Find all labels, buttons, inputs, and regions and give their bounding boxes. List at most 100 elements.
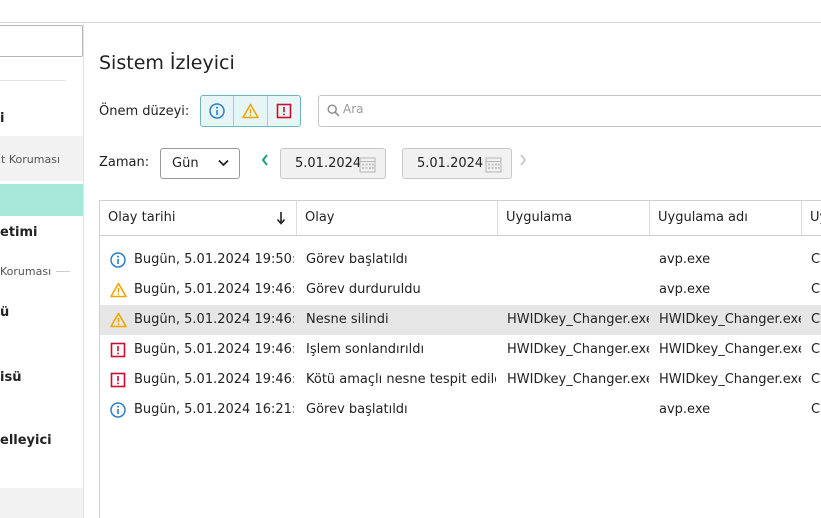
sidebar-divider [56, 271, 70, 272]
severity-icon [110, 282, 127, 302]
sidebar-item-7[interactable]: isü [0, 365, 83, 391]
sort-descending-icon [276, 212, 286, 225]
critical-icon [276, 103, 292, 119]
severity-warning-toggle[interactable] [234, 96, 268, 126]
sidebar-item-8[interactable]: elleyici [0, 428, 83, 454]
cell-date: Bugün, 5.01.2024 16:21:25 [134, 402, 294, 417]
severity-info-toggle[interactable] [201, 96, 235, 126]
sidebar-item-label: elleyici [0, 433, 52, 448]
severity-icon [110, 342, 126, 362]
severity-filter-group [200, 95, 301, 127]
sidebar-divider [0, 80, 66, 81]
cell-extra: C [811, 282, 821, 297]
table-row[interactable]: Bugün, 5.01.2024 19:46:13 İşlem sonlandır… [100, 335, 821, 365]
cell-extra: C [811, 252, 821, 267]
time-label: Zaman: [99, 155, 150, 170]
column-header-application[interactable]: Uygulama [498, 201, 650, 236]
severity-icon [110, 312, 127, 332]
cell-application: HWIDkey_Changer.exe [507, 372, 649, 387]
severity-icon [110, 252, 126, 272]
severity-critical-toggle[interactable] [268, 96, 300, 126]
cell-application-name: avp.exe [659, 252, 711, 267]
table-header: Olay tarihi Olay Uygulama Uygulama adı U… [100, 201, 821, 236]
sidebar-item-label: etimi [0, 225, 38, 240]
sidebar-item-2[interactable]: it Koruması [0, 136, 83, 181]
column-header-application-name[interactable]: Uygulama adı [650, 201, 802, 236]
chevron-left-icon [261, 154, 268, 166]
event-search [318, 95, 821, 127]
table-row[interactable]: Bugün, 5.01.2024 19:46:13 Kötü amaçlı nes… [100, 365, 821, 395]
period-select-value: Gün [172, 156, 199, 171]
column-header-event[interactable]: Olay [297, 201, 498, 236]
cell-extra: C [811, 372, 821, 387]
cell-date: Bugün, 5.01.2024 19:46:13 [134, 372, 294, 387]
cell-event: Görev durduruldu [306, 282, 421, 297]
column-header-label: Olay tarihi [108, 210, 176, 225]
cell-date: Bugün, 5.01.2024 19:50:24 [134, 252, 294, 267]
sidebar-item-active[interactable] [0, 184, 83, 216]
sidebar-item-6[interactable]: ü [0, 300, 83, 326]
cell-application: HWIDkey_Changer.exe [507, 342, 649, 357]
period-select[interactable]: Gün [160, 148, 240, 179]
next-period-button[interactable] [518, 153, 528, 171]
cell-event: Görev başlatıldı [306, 402, 408, 417]
sidebar-item-label: isü [0, 370, 22, 385]
sidebar-item-bottom[interactable] [0, 488, 83, 518]
cell-application-name: HWIDkey_Changer.exe [659, 342, 801, 357]
cell-date: Bugün, 5.01.2024 19:46:30 [134, 282, 294, 297]
warning-icon [110, 312, 127, 328]
sidebar: i it Koruması etimi Koruması ü isü elley… [0, 23, 84, 518]
cell-application: HWIDkey_Changer.exe [507, 312, 649, 327]
cell-date: Bugün, 5.01.2024 19:46:13 [134, 342, 294, 357]
chevron-down-icon [218, 159, 229, 167]
cell-event: Kötü amaçlı nesne tespit edildi [306, 372, 496, 387]
date-from-field[interactable]: 5.01.2024 [280, 148, 386, 179]
warning-icon [110, 282, 127, 298]
page-title: Sistem İzleyici [99, 52, 235, 74]
column-header-label: Uygulama adı [658, 210, 748, 225]
cell-event: Nesne silindi [306, 312, 389, 327]
table-row[interactable]: Bugün, 5.01.2024 19:46:20 Nesne silindi HW… [100, 305, 821, 335]
cell-event: Görev başlatıldı [306, 252, 408, 267]
cell-application-name: HWIDkey_Changer.exe [659, 372, 801, 387]
date-to-value: 5.01.2024 [417, 156, 484, 171]
critical-icon [110, 342, 126, 358]
table-row[interactable]: Bugün, 5.01.2024 19:46:30 Görev durduruld… [100, 275, 821, 305]
cell-extra: C [811, 342, 821, 357]
table-row[interactable]: Bugün, 5.01.2024 16:21:25 Görev başlatıld… [100, 395, 821, 425]
severity-icon [110, 372, 126, 392]
search-icon [327, 104, 340, 117]
previous-period-button[interactable] [260, 153, 270, 171]
sidebar-item-5[interactable]: Koruması [0, 259, 83, 285]
column-header-date[interactable]: Olay tarihi [100, 201, 297, 236]
cell-extra: C [811, 402, 821, 417]
search-input[interactable] [343, 102, 743, 116]
events-table: Olay tarihi Olay Uygulama Uygulama adı U… [99, 200, 821, 518]
warning-icon [242, 103, 259, 119]
column-header-label: Olay [305, 210, 335, 225]
info-icon [110, 252, 126, 268]
cell-date: Bugün, 5.01.2024 19:46:20 [134, 312, 294, 327]
date-from-value: 5.01.2024 [295, 156, 362, 171]
sidebar-item-label: i [0, 111, 5, 126]
column-header-extra[interactable]: Uy [802, 201, 821, 236]
critical-icon [110, 372, 126, 388]
column-header-label: Uy [810, 210, 821, 225]
sidebar-search-input[interactable] [0, 25, 83, 57]
calendar-icon[interactable] [359, 156, 376, 173]
main-panel: Sistem İzleyici Önem düzeyi: Ara Zaman: … [84, 23, 821, 518]
info-icon [209, 103, 225, 119]
table-row[interactable]: Bugün, 5.01.2024 19:50:24 Görev başlatıld… [100, 245, 821, 275]
cell-application-name: avp.exe [659, 402, 711, 417]
cell-application-name: HWIDkey_Changer.exe [659, 312, 801, 327]
cell-application-name: avp.exe [659, 282, 711, 297]
calendar-icon[interactable] [485, 156, 502, 173]
sidebar-item-label: Koruması [0, 265, 52, 278]
date-to-field[interactable]: 5.01.2024 [402, 148, 512, 179]
column-header-label: Uygulama [506, 210, 572, 225]
sidebar-item-1[interactable]: i [0, 104, 83, 134]
info-icon [110, 402, 126, 418]
severity-label: Önem düzeyi: [99, 104, 190, 119]
sidebar-item-4[interactable]: etimi [0, 219, 83, 249]
sidebar-item-label: ü [0, 305, 10, 320]
